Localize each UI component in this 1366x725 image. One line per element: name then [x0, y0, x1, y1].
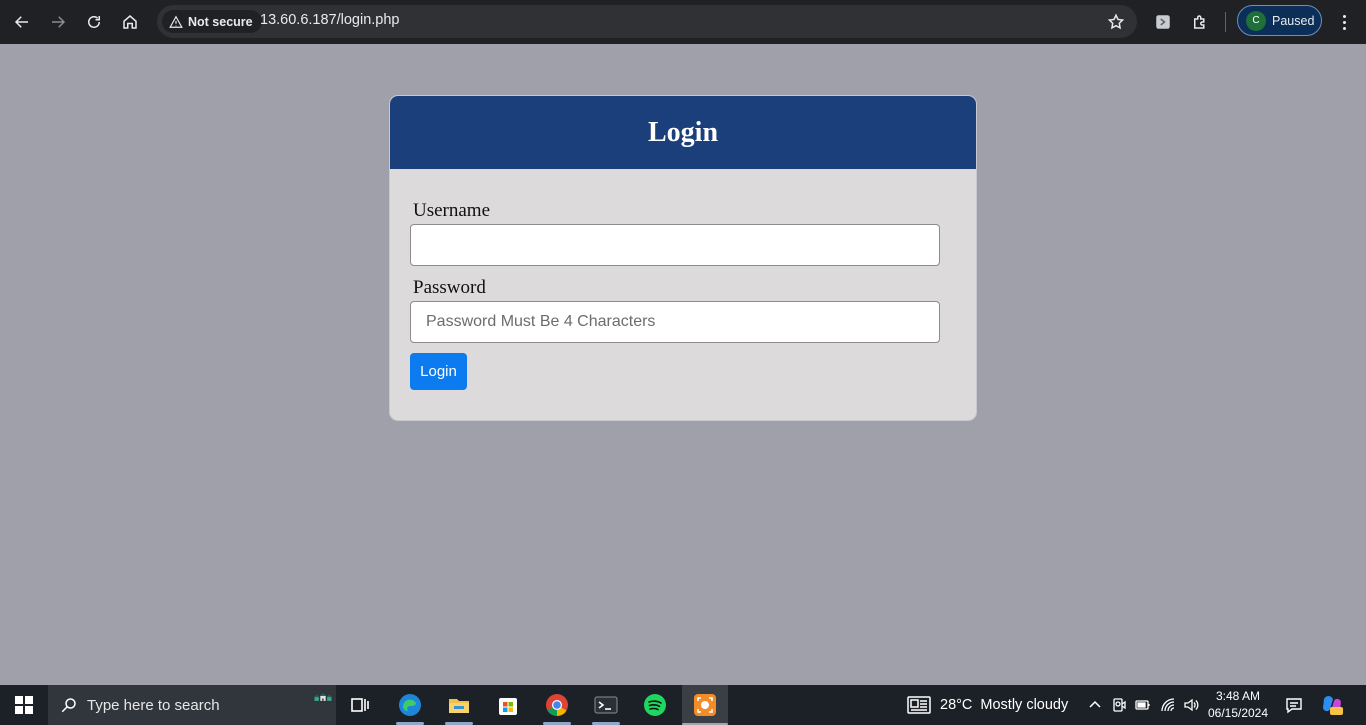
password-input[interactable]	[410, 301, 940, 343]
taskbar-terminal[interactable]	[583, 685, 629, 725]
reload-icon	[88, 16, 100, 28]
taskbar-edge[interactable]	[387, 685, 433, 725]
notifications-button[interactable]	[1282, 685, 1306, 725]
profile-status: Paused	[1272, 13, 1315, 28]
forward-button[interactable]	[43, 7, 73, 37]
terminal-icon	[594, 696, 618, 714]
clock-date: 06/15/2024	[1207, 706, 1269, 720]
folder-icon	[449, 699, 469, 713]
chevron-up-icon	[1089, 700, 1101, 708]
address-bar[interactable]: Not secure 13.60.6.187/login.php	[157, 5, 1137, 38]
chrome-icon	[546, 694, 568, 716]
weather-temp: 28°C	[940, 697, 973, 713]
taskbar-search[interactable]: Type here to search	[48, 685, 336, 725]
taskbar-spotify[interactable]	[632, 685, 678, 725]
notification-icon	[1286, 698, 1302, 714]
password-label: Password	[413, 277, 486, 298]
camera-icon	[1113, 698, 1126, 712]
extensions-menu-button[interactable]	[1185, 7, 1215, 37]
back-button[interactable]	[7, 7, 37, 37]
speaker-icon	[1184, 698, 1199, 712]
profile-button[interactable]: C Paused	[1237, 5, 1322, 36]
task-view-icon	[351, 698, 369, 712]
tray-volume[interactable]	[1180, 685, 1202, 725]
taskbar: Type here to search 28°C Mostly cloudy 3…	[0, 685, 1366, 725]
username-label: Username	[413, 200, 491, 221]
news-weather-icon	[907, 696, 931, 714]
clock-time: 3:48 AM	[1215, 689, 1261, 703]
home-icon	[123, 15, 137, 29]
login-card: Login Username Password Login	[389, 95, 977, 421]
extension-button[interactable]	[1148, 7, 1178, 37]
menu-dot	[1342, 26, 1346, 30]
login-card-header: Login	[390, 96, 976, 169]
security-chip[interactable]: Not secure	[162, 10, 262, 33]
taskbar-screen-recorder[interactable]	[682, 685, 728, 725]
search-placeholder: Type here to search	[87, 696, 220, 714]
url-text[interactable]: 13.60.6.187/login.php	[260, 12, 400, 28]
arrow-left-icon	[14, 16, 28, 28]
avatar: C	[1246, 10, 1266, 31]
edge-icon	[399, 694, 421, 716]
bookmark-button[interactable]	[1105, 11, 1127, 33]
houses-illustration-icon	[314, 693, 332, 701]
menu-dot	[1342, 20, 1346, 24]
arrow-right-icon	[52, 16, 66, 28]
star-icon	[1107, 13, 1125, 30]
login-title: Login	[647, 116, 719, 148]
browser-menu-button[interactable]	[1331, 7, 1357, 37]
weather-desc: Mostly cloudy	[980, 697, 1069, 713]
weather-widget[interactable]: 28°C Mostly cloudy	[906, 685, 1068, 725]
login-button[interactable]: Login	[410, 353, 467, 390]
taskbar-chrome[interactable]	[534, 685, 580, 725]
wifi-icon	[1161, 698, 1175, 712]
reload-button[interactable]	[79, 7, 109, 37]
taskbar-store[interactable]	[485, 685, 531, 725]
menu-dot	[1342, 14, 1346, 18]
windows-logo-icon	[15, 696, 33, 714]
home-button[interactable]	[115, 7, 145, 37]
toolbar-divider	[1225, 12, 1226, 32]
username-input[interactable]	[410, 224, 940, 266]
spotify-icon	[644, 694, 666, 716]
start-button[interactable]	[0, 685, 48, 725]
warning-icon	[169, 15, 183, 28]
screen-recorder-icon	[694, 694, 716, 716]
browser-toolbar: Not secure 13.60.6.187/login.php C Pause…	[0, 0, 1366, 44]
tray-meet-now[interactable]	[1108, 685, 1130, 725]
show-hidden-icons-button[interactable]	[1084, 685, 1106, 725]
extension-app-icon	[1156, 15, 1170, 29]
task-view-button[interactable]	[337, 685, 383, 725]
security-label: Not secure	[188, 14, 253, 29]
search-icon	[61, 698, 76, 713]
copilot-icon[interactable]	[1320, 693, 1344, 717]
tray-battery[interactable]	[1132, 685, 1154, 725]
taskbar-file-explorer[interactable]	[436, 685, 482, 725]
tray-network[interactable]	[1157, 685, 1179, 725]
battery-icon	[1135, 700, 1150, 710]
store-icon	[499, 698, 517, 715]
system-clock[interactable]: 3:48 AM 06/15/2024	[1204, 688, 1272, 722]
puzzle-icon	[1194, 15, 1205, 29]
